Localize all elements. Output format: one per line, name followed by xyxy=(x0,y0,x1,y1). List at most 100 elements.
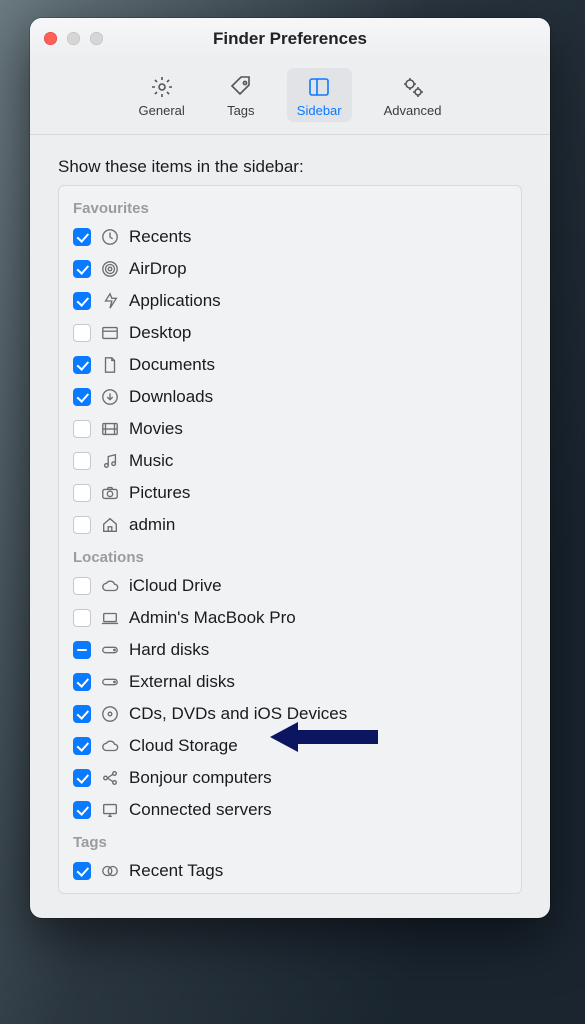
label-harddisks: Hard disks xyxy=(129,640,209,660)
label-bonjour: Bonjour computers xyxy=(129,768,272,788)
cloud-icon xyxy=(100,576,120,596)
label-pictures: Pictures xyxy=(129,483,190,503)
checkbox-icloud[interactable] xyxy=(73,577,91,595)
minimize-button[interactable] xyxy=(67,32,80,45)
row-applications: Applications xyxy=(59,285,521,317)
sidebar-items-panel: Favourites Recents AirDrop Applications … xyxy=(58,185,522,894)
desktop-icon xyxy=(100,323,120,343)
tab-label: Tags xyxy=(227,103,254,118)
label-servers: Connected servers xyxy=(129,800,272,820)
music-icon xyxy=(100,451,120,471)
row-bonjour: Bonjour computers xyxy=(59,762,521,794)
label-airdrop: AirDrop xyxy=(129,259,187,279)
monitor-icon xyxy=(100,800,120,820)
row-external: External disks xyxy=(59,666,521,698)
row-music: Music xyxy=(59,445,521,477)
toolbar: General Tags Sidebar Advanced xyxy=(30,60,550,135)
row-cds: CDs, DVDs and iOS Devices xyxy=(59,698,521,730)
label-cds: CDs, DVDs and iOS Devices xyxy=(129,704,347,724)
row-downloads: Downloads xyxy=(59,381,521,413)
movies-icon xyxy=(100,419,120,439)
checkbox-recents[interactable] xyxy=(73,228,91,246)
airdrop-icon xyxy=(100,259,120,279)
checkbox-movies[interactable] xyxy=(73,420,91,438)
section-favourites: Favourites xyxy=(59,192,521,221)
checkbox-bonjour[interactable] xyxy=(73,769,91,787)
checkbox-cloudstorage[interactable] xyxy=(73,737,91,755)
gears-icon xyxy=(399,74,427,100)
checkbox-desktop[interactable] xyxy=(73,324,91,342)
tab-label: Sidebar xyxy=(297,103,342,118)
tab-advanced[interactable]: Advanced xyxy=(374,68,452,122)
checkbox-applications[interactable] xyxy=(73,292,91,310)
row-icloud: iCloud Drive xyxy=(59,570,521,602)
label-recenttags: Recent Tags xyxy=(129,861,223,881)
row-admin: admin xyxy=(59,509,521,541)
checkbox-servers[interactable] xyxy=(73,801,91,819)
label-movies: Movies xyxy=(129,419,183,439)
camera-icon xyxy=(100,483,120,503)
download-icon xyxy=(100,387,120,407)
label-applications: Applications xyxy=(129,291,221,311)
zoom-button[interactable] xyxy=(90,32,103,45)
row-recenttags: Recent Tags xyxy=(59,855,521,887)
section-locations: Locations xyxy=(59,541,521,570)
label-icloud: iCloud Drive xyxy=(129,576,222,596)
applications-icon xyxy=(100,291,120,311)
laptop-icon xyxy=(100,608,120,628)
label-desktop: Desktop xyxy=(129,323,191,343)
checkbox-recenttags[interactable] xyxy=(73,862,91,880)
row-desktop: Desktop xyxy=(59,317,521,349)
disc-icon xyxy=(100,704,120,724)
sidebar-icon xyxy=(305,74,333,100)
checkbox-airdrop[interactable] xyxy=(73,260,91,278)
label-admin: admin xyxy=(129,515,175,535)
row-cloudstorage: Cloud Storage xyxy=(59,730,521,762)
checkbox-music[interactable] xyxy=(73,452,91,470)
section-tags: Tags xyxy=(59,826,521,855)
cloud-icon xyxy=(100,736,120,756)
clock-icon xyxy=(100,227,120,247)
close-button[interactable] xyxy=(44,32,57,45)
tags-icon xyxy=(100,861,120,881)
window-title: Finder Preferences xyxy=(213,29,367,49)
home-icon xyxy=(100,515,120,535)
network-icon xyxy=(100,768,120,788)
row-airdrop: AirDrop xyxy=(59,253,521,285)
label-external: External disks xyxy=(129,672,235,692)
content: Show these items in the sidebar: Favouri… xyxy=(30,135,550,918)
instruction-label: Show these items in the sidebar: xyxy=(58,157,522,177)
tab-sidebar[interactable]: Sidebar xyxy=(287,68,352,122)
label-cloudstorage: Cloud Storage xyxy=(129,736,238,756)
external-disk-icon xyxy=(100,672,120,692)
checkbox-pictures[interactable] xyxy=(73,484,91,502)
row-movies: Movies xyxy=(59,413,521,445)
row-documents: Documents xyxy=(59,349,521,381)
window-controls xyxy=(44,32,103,45)
checkbox-harddisks[interactable] xyxy=(73,641,91,659)
checkbox-external[interactable] xyxy=(73,673,91,691)
row-servers: Connected servers xyxy=(59,794,521,826)
document-icon xyxy=(100,355,120,375)
tab-tags[interactable]: Tags xyxy=(217,68,265,122)
checkbox-documents[interactable] xyxy=(73,356,91,374)
label-thismac: Admin's MacBook Pro xyxy=(129,608,296,628)
label-downloads: Downloads xyxy=(129,387,213,407)
gear-icon xyxy=(148,74,176,100)
checkbox-downloads[interactable] xyxy=(73,388,91,406)
row-harddisks: Hard disks xyxy=(59,634,521,666)
tag-icon xyxy=(227,74,255,100)
tab-label: Advanced xyxy=(384,103,442,118)
preferences-window: Finder Preferences General Tags Sidebar … xyxy=(30,18,550,918)
label-recents: Recents xyxy=(129,227,191,247)
checkbox-thismac[interactable] xyxy=(73,609,91,627)
tab-label: General xyxy=(139,103,185,118)
row-pictures: Pictures xyxy=(59,477,521,509)
tab-general[interactable]: General xyxy=(129,68,195,122)
checkbox-cds[interactable] xyxy=(73,705,91,723)
titlebar: Finder Preferences xyxy=(30,18,550,60)
checkbox-admin[interactable] xyxy=(73,516,91,534)
label-documents: Documents xyxy=(129,355,215,375)
disk-icon xyxy=(100,640,120,660)
row-recents: Recents xyxy=(59,221,521,253)
